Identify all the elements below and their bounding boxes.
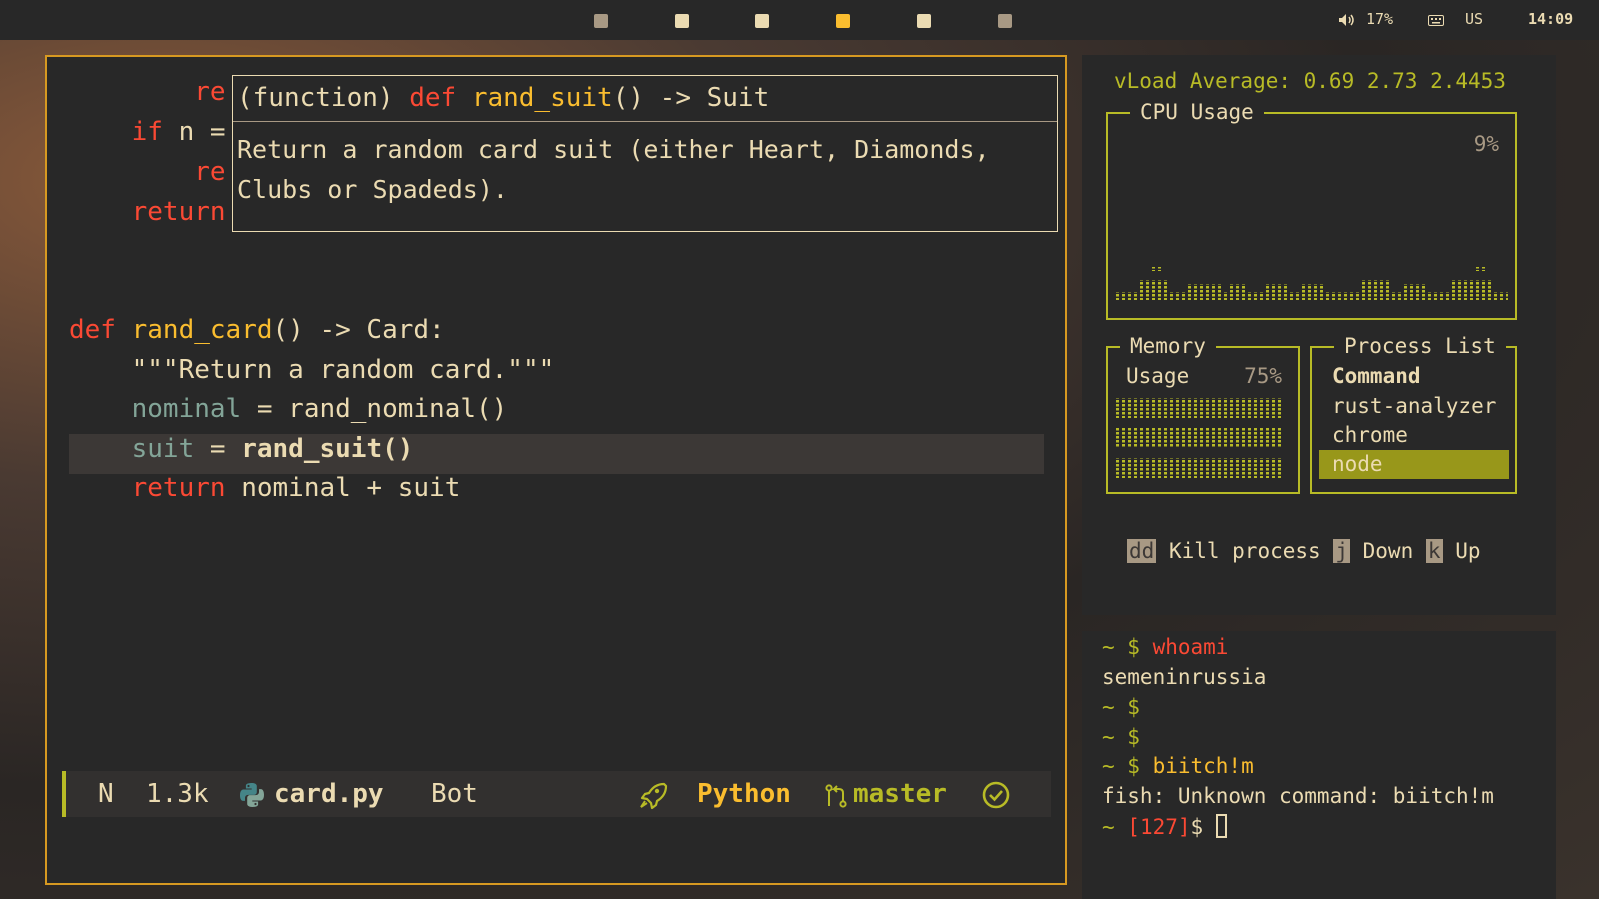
top-bar: 17% US 14:09: [0, 0, 1599, 40]
code-line-current: suit = rand_suit(): [131, 434, 414, 464]
volume-level[interactable]: 17%: [1366, 10, 1393, 28]
terminal-prompt-line[interactable]: ~ [127]$: [1102, 814, 1227, 839]
terminal-window[interactable]: ~ $ whoami semeninrussia ~ $ ~ $ ~ $ bii…: [1082, 631, 1556, 899]
divider: [233, 121, 1057, 122]
git-branch[interactable]: master: [853, 779, 947, 809]
terminal-line: ~ $ whoami: [1102, 635, 1229, 659]
cpu-usage-title: CPU Usage: [1130, 100, 1264, 124]
speaker-icon[interactable]: [1338, 13, 1354, 27]
code-line: def rand_card() -> Card:: [69, 315, 445, 345]
memory-usage-label: Usage: [1126, 364, 1190, 388]
cpu-usage-box: CPU Usage 9%: [1106, 100, 1517, 320]
process-item[interactable]: rust-analyzer: [1332, 394, 1496, 418]
terminal-line: semeninrussia: [1102, 665, 1267, 689]
hover-documentation-popup[interactable]: (function) def rand_suit() -> Suit Retur…: [232, 75, 1058, 232]
memory-box: Memory Usage 75%: [1106, 334, 1300, 494]
memory-usage-value: 75%: [1244, 364, 1282, 388]
cpu-usage-value: 9%: [1473, 132, 1499, 156]
editor-window[interactable]: re if n = re return (function) def rand_…: [45, 55, 1067, 885]
process-list-title: Process List: [1334, 334, 1506, 358]
workspace-2[interactable]: [675, 14, 689, 28]
memory-title: Memory: [1120, 334, 1216, 358]
system-monitor-panel: vLoad Average: 0.69 2.73 2.4453 CPU Usag…: [1082, 55, 1556, 615]
terminal-error-line: fish: Unknown command: biitch!m: [1102, 784, 1494, 808]
python-icon: [240, 783, 264, 807]
load-average: vLoad Average: 0.69 2.73 2.4453: [1114, 69, 1506, 93]
key-k: k: [1425, 539, 1443, 563]
terminal-line: ~ $ biitch!m: [1102, 754, 1254, 778]
process-item[interactable]: chrome: [1332, 423, 1408, 447]
code-line: re: [194, 157, 226, 187]
workspace-1[interactable]: [594, 14, 608, 28]
code-line: return nominal + suit: [131, 473, 461, 503]
code-line: nominal = rand_nominal(): [131, 394, 508, 424]
code-line: return: [131, 197, 226, 227]
cpu-usage-graph: [1116, 267, 1508, 300]
workspace-3[interactable]: [755, 14, 769, 28]
keyboard-layout[interactable]: US: [1465, 10, 1483, 28]
cursor-position: Bot: [431, 779, 478, 809]
rocket-icon: [640, 782, 668, 810]
terminal-cursor: [1215, 814, 1227, 838]
process-item-selected[interactable]: node: [1319, 450, 1509, 479]
git-branch-icon: [825, 784, 847, 808]
key-dd: dd: [1127, 539, 1157, 563]
file-name[interactable]: card.py: [274, 779, 384, 809]
code-line: if n =: [131, 117, 226, 147]
clock: 14:09: [1528, 10, 1574, 28]
function-docstring: Return a random card suit (either Heart,…: [237, 135, 990, 204]
workspace-4[interactable]: [836, 14, 850, 28]
mode-indicator: N: [98, 779, 114, 809]
language-indicator[interactable]: Python: [697, 779, 791, 809]
code-line: re: [194, 77, 226, 107]
workspace-5[interactable]: [917, 14, 931, 28]
keybinding-hints: dd Kill process j Down k Up: [1127, 539, 1481, 563]
terminal-line: ~ $: [1102, 695, 1140, 719]
process-column-header: Command: [1332, 364, 1421, 388]
workspace-6[interactable]: [998, 14, 1012, 28]
function-signature: (function) def rand_suit() -> Suit: [237, 83, 770, 113]
key-j: j: [1333, 539, 1350, 563]
check-circle-icon: [982, 781, 1010, 809]
memory-usage-graph: [1116, 398, 1284, 478]
keyboard-icon: [1428, 15, 1444, 26]
terminal-line: ~ $: [1102, 725, 1140, 749]
code-line: """Return a random card.""": [131, 355, 555, 385]
file-size: 1.3k: [146, 779, 209, 809]
process-list-box: Process List Command rust-analyzer chrom…: [1310, 334, 1517, 494]
status-line: N 1.3k card.py Bot Python master: [62, 771, 1051, 817]
